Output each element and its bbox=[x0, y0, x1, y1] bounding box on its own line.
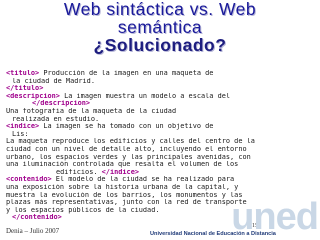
code-text: realizada en estudio. bbox=[12, 115, 100, 123]
slide-title: Web sintáctica vs. Web semántica ¿Soluci… bbox=[0, 0, 320, 54]
xml-tag: <contenido> bbox=[6, 176, 52, 184]
xml-tag: <indice> bbox=[6, 123, 40, 131]
code-line: <descripcion> La imagen muestra un model… bbox=[6, 93, 306, 101]
code-line: </titulo> bbox=[6, 85, 306, 93]
xml-tag: <descripcion> bbox=[6, 92, 60, 100]
code-text: La maqueta reproduce los edificios y cal… bbox=[6, 138, 255, 146]
code-line: <titulo> Producción de la imagen en una … bbox=[6, 70, 306, 78]
code-text: Producción de la imagen en una maqueta d… bbox=[39, 70, 214, 77]
code-text: plazas más representativas, junto con la… bbox=[6, 199, 247, 207]
code-line: </descripcion> bbox=[6, 100, 306, 108]
code-text: una iluminación controlada que resalta e… bbox=[6, 161, 239, 169]
code-text: Lis: bbox=[12, 130, 29, 138]
title-line-2: semántica bbox=[117, 17, 203, 37]
code-text: La imagen muestra un modelo a escala del bbox=[59, 92, 231, 100]
xml-closing-tag: </titulo> bbox=[6, 85, 44, 93]
code-text: El modelo de la ciudad se ha realizado p… bbox=[51, 176, 235, 184]
title-line-1: Web sintáctica vs. Web bbox=[63, 0, 257, 19]
code-line: <contenido> El modelo de la ciudad se ha… bbox=[6, 176, 306, 184]
code-text: muestra la evolución de los barrios, los… bbox=[6, 191, 243, 199]
code-line: realizada en estudio. bbox=[6, 116, 306, 124]
code-line: una exposición sobre la historia urbana … bbox=[6, 184, 306, 192]
code-line: Lis: bbox=[6, 131, 306, 139]
code-line: una iluminación controlada que resalta e… bbox=[6, 161, 306, 169]
code-text: ciudad con un nivel de detalle alto, inc… bbox=[6, 145, 247, 153]
code-line: La maqueta reproduce los edificios y cal… bbox=[6, 138, 306, 146]
xml-tag: <titulo> bbox=[6, 70, 40, 77]
xml-closing-tag: </indice> bbox=[97, 168, 139, 176]
code-text: urbano, los espacios verdes y las princi… bbox=[6, 153, 251, 161]
code-line: edificios. </indice> bbox=[6, 169, 306, 177]
footer-location-date: Denia – Julio 2007 bbox=[6, 227, 60, 235]
code-text: La imagen se ha tomado con un objetivo d… bbox=[39, 123, 214, 131]
xml-closing-tag: </descripcion> bbox=[32, 100, 91, 108]
title-line-3: ¿Solucionado? bbox=[93, 35, 227, 55]
code-text: Una fotografía de la maqueta de la ciuda… bbox=[6, 107, 177, 115]
code-text: edificios. bbox=[56, 168, 98, 176]
code-text: la ciudad de Madrid. bbox=[12, 77, 95, 85]
code-text: una exposición sobre la historia urbana … bbox=[6, 183, 239, 191]
uned-logo: uned bbox=[231, 196, 319, 238]
code-line: <indice> La imagen se ha tomado con un o… bbox=[6, 123, 306, 131]
code-line: Una fotografía de la maqueta de la ciuda… bbox=[6, 108, 306, 116]
xml-closing-tag: </contenido> bbox=[12, 214, 62, 222]
code-line: urbano, los espacios verdes y las princi… bbox=[6, 154, 306, 162]
code-line: ciudad con un nivel de detalle alto, inc… bbox=[6, 146, 306, 154]
code-line: la ciudad de Madrid. bbox=[6, 78, 306, 86]
code-text: y los espacios públicos de la ciudad. bbox=[6, 206, 160, 214]
